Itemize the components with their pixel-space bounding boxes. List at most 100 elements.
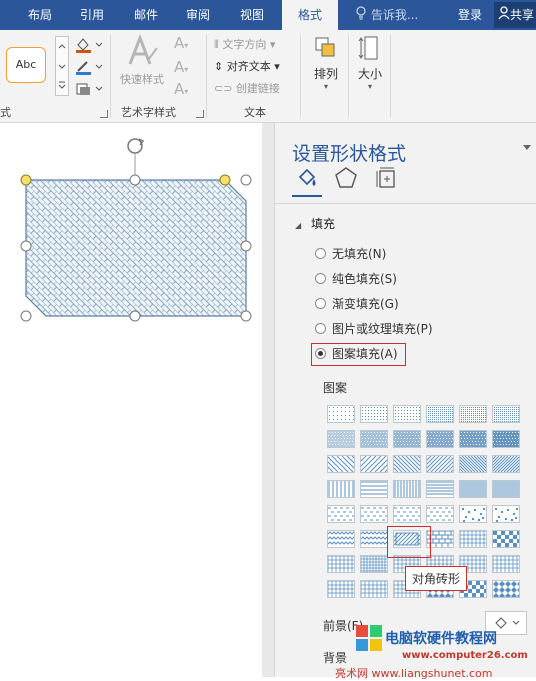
tab-mailings[interactable]: 邮件 xyxy=(124,0,168,30)
rotate-handle-icon[interactable] xyxy=(127,138,145,179)
pattern-swatch-graphic xyxy=(328,506,355,522)
pattern-swatch-graphic xyxy=(328,406,354,422)
layout-properties-tab[interactable] xyxy=(373,165,399,191)
pattern-swatch[interactable] xyxy=(492,580,523,599)
pattern-swatch[interactable] xyxy=(344,455,407,473)
login-link[interactable]: 登录 xyxy=(458,0,482,30)
radio-circle[interactable] xyxy=(315,248,326,259)
group-separator xyxy=(348,34,349,118)
share-label: 共享 xyxy=(510,8,535,22)
pattern-swatch-graphic xyxy=(492,555,519,572)
watermark-site: www.computer26.com xyxy=(402,650,528,661)
pattern-swatch[interactable] xyxy=(459,480,487,498)
quick-styles-label: 快速样式 xyxy=(120,73,164,86)
format-shape-pane: 设置形状格式 ◢ 填充 无填充(N) 纯色填充(S) 渐变填充(G) 图片或纹理… xyxy=(274,123,536,680)
pattern-swatch-graphic xyxy=(493,481,519,497)
pattern-swatch[interactable] xyxy=(476,455,536,473)
text-direction-label: 文字方向 xyxy=(222,38,267,51)
pattern-swatch[interactable] xyxy=(492,505,520,523)
pattern-swatch[interactable] xyxy=(410,455,472,473)
pattern-swatch[interactable] xyxy=(492,430,520,448)
shape-fill-button[interactable] xyxy=(74,36,104,54)
pane-splitter[interactable] xyxy=(262,123,274,677)
shape-outline-button[interactable] xyxy=(74,58,104,76)
pattern-swatch[interactable] xyxy=(393,430,421,448)
arrange-label: 排列 xyxy=(313,67,338,81)
document-canvas[interactable] xyxy=(0,123,262,677)
pattern-swatch[interactable] xyxy=(360,555,388,573)
pattern-swatch-graphic xyxy=(360,531,390,547)
pattern-swatch[interactable] xyxy=(393,405,421,423)
shape-styles-group-label: 式 xyxy=(0,106,11,119)
pattern-swatch[interactable] xyxy=(327,405,355,423)
effects-tab[interactable] xyxy=(333,165,359,191)
background-label: 背景 xyxy=(323,651,348,665)
pattern-swatch[interactable] xyxy=(360,580,388,598)
radio-circle[interactable] xyxy=(315,298,326,309)
pattern-swatch[interactable] xyxy=(377,455,439,473)
pattern-swatch-graphic xyxy=(327,580,354,597)
pattern-swatch[interactable] xyxy=(426,505,454,523)
pattern-swatch[interactable] xyxy=(492,480,520,498)
fill-section-header[interactable]: ◢ 填充 xyxy=(295,215,335,232)
pattern-swatch[interactable] xyxy=(327,430,355,448)
arrange-button[interactable]: 排列 ▾ xyxy=(308,34,344,98)
pattern-swatch[interactable] xyxy=(360,405,388,423)
paint-bucket-icon xyxy=(298,168,316,186)
shape-style-sample[interactable]: Abc xyxy=(6,47,46,83)
group-separator xyxy=(390,34,391,118)
tab-layout[interactable]: 布局 xyxy=(18,0,62,30)
pattern-swatch[interactable] xyxy=(311,455,374,473)
shape-effects-button[interactable] xyxy=(74,80,104,98)
size-button[interactable]: 大小 ▾ xyxy=(354,34,386,98)
pattern-swatch[interactable] xyxy=(327,480,355,498)
fill-line-tab[interactable] xyxy=(295,165,321,191)
pattern-swatch[interactable] xyxy=(492,405,520,423)
effects-icon xyxy=(76,83,103,95)
person-icon xyxy=(498,3,510,29)
pattern-swatch[interactable] xyxy=(459,430,487,448)
pattern-swatch[interactable] xyxy=(426,480,454,498)
pattern-swatch[interactable] xyxy=(426,405,454,423)
pattern-swatch[interactable] xyxy=(360,480,388,498)
text-direction-button: ⦀ 文字方向 ▾ xyxy=(214,38,276,51)
pattern-swatch[interactable] xyxy=(459,530,487,548)
pattern-swatch[interactable] xyxy=(360,430,388,448)
pattern-swatch[interactable] xyxy=(492,530,521,548)
pattern-swatch[interactable] xyxy=(393,480,421,498)
pattern-swatch[interactable] xyxy=(327,580,355,598)
pattern-swatch[interactable] xyxy=(327,505,355,523)
pattern-swatch[interactable] xyxy=(327,530,357,548)
pattern-swatch[interactable] xyxy=(360,530,390,548)
quick-styles-button: 快速样式 xyxy=(116,33,168,94)
align-text-button[interactable]: ⇕ 对齐文本 ▾ xyxy=(214,58,280,74)
tell-me-box[interactable]: 告诉我... xyxy=(355,0,418,30)
wordart-launcher[interactable] xyxy=(196,110,204,118)
pattern-swatch[interactable] xyxy=(327,555,355,573)
pattern-swatch[interactable] xyxy=(492,555,520,573)
share-button[interactable]: 共享 xyxy=(494,2,536,28)
shape-styles-launcher[interactable] xyxy=(100,110,108,118)
pane-options-chevron-icon[interactable] xyxy=(523,145,531,150)
tab-view[interactable]: 视图 xyxy=(230,0,274,30)
pattern-swatch[interactable] xyxy=(360,505,388,523)
gallery-scroll[interactable] xyxy=(55,36,69,96)
tab-references[interactable]: 引用 xyxy=(70,0,114,30)
pattern-swatch[interactable] xyxy=(393,505,421,523)
tab-review[interactable]: 审阅 xyxy=(176,0,220,30)
pattern-swatch[interactable] xyxy=(459,405,487,423)
radio-label: 渐变填充(G) xyxy=(332,297,399,311)
tab-format[interactable]: 格式 xyxy=(282,0,338,30)
pattern-swatch[interactable] xyxy=(443,455,506,473)
arrange-icon xyxy=(315,37,335,57)
pattern-swatch-graphic xyxy=(394,406,420,422)
radio-circle[interactable] xyxy=(315,323,326,334)
pattern-swatch[interactable] xyxy=(426,430,454,448)
selected-shape[interactable] xyxy=(0,123,262,677)
pattern-swatch[interactable] xyxy=(459,505,487,523)
group-separator xyxy=(300,34,301,118)
pattern-swatch-graphic xyxy=(361,506,388,522)
align-text-label: 对齐文本 xyxy=(226,60,271,73)
radio-circle[interactable] xyxy=(315,273,326,284)
pattern-swatch-graphic xyxy=(427,431,453,447)
